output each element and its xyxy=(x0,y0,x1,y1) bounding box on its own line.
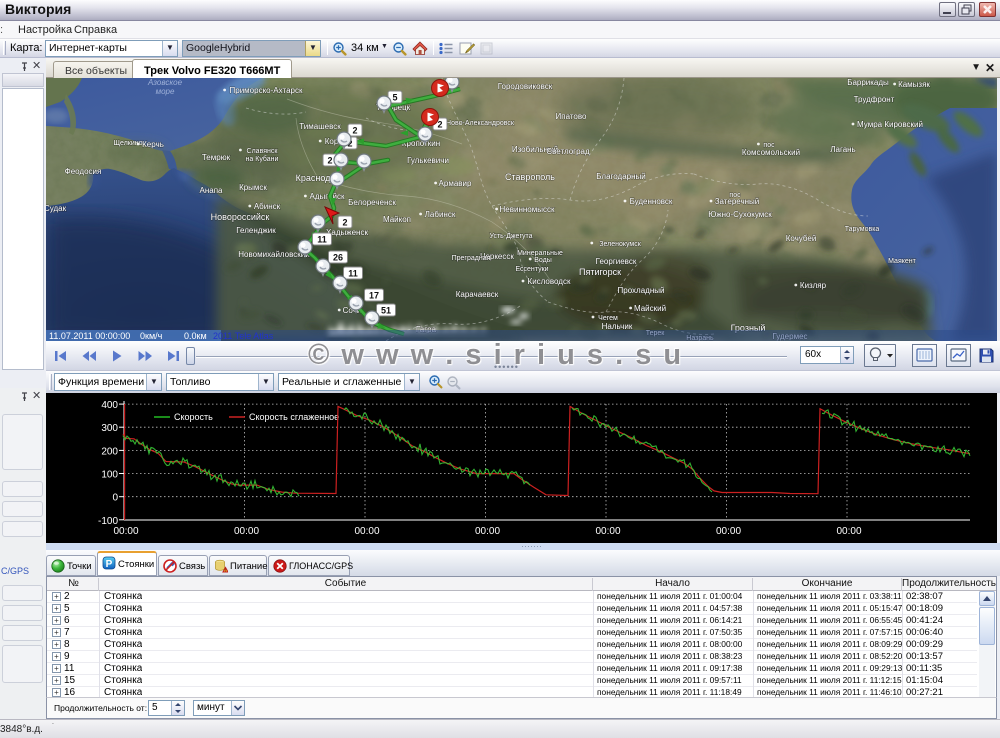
svg-text:Зеленокумск: Зеленокумск xyxy=(599,241,642,248)
svg-text:0.0км: 0.0км xyxy=(184,331,207,341)
svg-text:Маякент: Маякент xyxy=(888,258,916,265)
svg-text:Темрюк: Темрюк xyxy=(202,153,231,162)
svg-text:Трудфронт: Трудфронт xyxy=(854,95,895,104)
svg-text:Белореченск: Белореченск xyxy=(348,198,396,207)
svg-text:P: P xyxy=(106,559,113,570)
svg-text:Невинномысск: Невинномысск xyxy=(500,205,555,214)
svg-text:Ново-Александровск: Ново-Александровск xyxy=(446,120,515,127)
svg-text:Нальчик: Нальчик xyxy=(602,322,633,331)
svg-text:Приморско-Ахтарск: Приморско-Ахтарск xyxy=(230,86,303,95)
svg-text:на Кубани: на Кубани xyxy=(246,155,279,163)
svg-text:Скорость сглаженное: Скорость сглаженное xyxy=(249,412,339,422)
svg-text:Майский: Майский xyxy=(634,304,666,313)
svg-text:2: 2 xyxy=(342,218,347,228)
svg-text:Георгиевск: Георгиевск xyxy=(596,257,637,266)
svg-text:Буденновск: Буденновск xyxy=(630,197,673,206)
svg-text:море: море xyxy=(156,87,175,96)
svg-text:00:00: 00:00 xyxy=(475,526,500,537)
svg-text:100: 100 xyxy=(101,470,118,481)
svg-text:Затеречный: Затеречный xyxy=(715,197,760,206)
svg-text:Керчь: Керчь xyxy=(142,140,164,149)
svg-text:300: 300 xyxy=(101,423,118,434)
svg-text:11: 11 xyxy=(348,269,358,279)
svg-text:Абинск: Абинск xyxy=(254,202,281,211)
svg-text:Камызяк: Камызяк xyxy=(898,80,930,89)
svg-text:Лабинск: Лабинск xyxy=(425,210,456,219)
svg-text:0км/ч: 0км/ч xyxy=(140,331,163,341)
svg-text:2: 2 xyxy=(437,120,442,130)
svg-text:2011 Tele Atlas: 2011 Tele Atlas xyxy=(213,331,274,341)
svg-text:00:00: 00:00 xyxy=(354,526,379,537)
svg-text:Тимашевск: Тимашевск xyxy=(299,122,341,131)
svg-text:Славянск: Славянск xyxy=(247,148,279,155)
svg-text:00:00: 00:00 xyxy=(595,526,620,537)
svg-text:Кизляр: Кизляр xyxy=(800,281,827,290)
svg-text:11: 11 xyxy=(317,235,327,245)
svg-text:51: 51 xyxy=(381,306,391,316)
svg-text:2: 2 xyxy=(352,126,357,136)
svg-text:Азовское: Азовское xyxy=(147,78,183,87)
svg-text:11.07.2011 00:00:00: 11.07.2011 00:00:00 xyxy=(49,331,130,341)
svg-text:Судак: Судак xyxy=(46,204,67,213)
svg-text:Чегем: Чегем xyxy=(598,315,618,322)
svg-text:Геленджик: Геленджик xyxy=(236,226,276,235)
svg-text:Тарумовка: Тарумовка xyxy=(845,226,880,233)
svg-text:Преградная: Преградная xyxy=(452,255,491,262)
svg-text:Ставрополь: Ставрополь xyxy=(505,172,555,182)
svg-text:00:00: 00:00 xyxy=(836,526,861,537)
svg-text:Ипатово: Ипатово xyxy=(556,112,588,121)
svg-text:Майкоп: Майкоп xyxy=(383,215,411,224)
svg-text:Карачаевск: Карачаевск xyxy=(456,290,499,299)
svg-text:Благодарный: Благодарный xyxy=(596,172,646,181)
svg-text:200: 200 xyxy=(101,446,118,457)
svg-text:Гулькевичи: Гулькевичи xyxy=(407,156,449,165)
svg-text:Кисловодск: Кисловодск xyxy=(528,277,571,286)
svg-text:00:00: 00:00 xyxy=(716,526,741,537)
svg-text:17: 17 xyxy=(369,291,379,301)
svg-text:Минеральные: Минеральные xyxy=(517,250,563,257)
svg-text:00:00: 00:00 xyxy=(113,526,138,537)
svg-text:Кочубей: Кочубей xyxy=(786,234,817,243)
svg-text:Баррикады: Баррикады xyxy=(847,78,889,87)
svg-text:400: 400 xyxy=(101,400,118,411)
svg-text:Светлоград: Светлоград xyxy=(546,147,590,156)
svg-text:Городовиковск: Городовиковск xyxy=(498,82,553,91)
svg-text:Феодосия: Феодосия xyxy=(65,167,102,176)
svg-text:26: 26 xyxy=(333,253,343,263)
svg-text:Лагань: Лагань xyxy=(830,145,855,154)
svg-text:Прохладный: Прохладный xyxy=(618,286,665,295)
svg-text:Комсомольский: Комсомольский xyxy=(742,148,800,157)
svg-text:Армавир: Армавир xyxy=(439,179,472,188)
svg-text:Мумра Кировский: Мумра Кировский xyxy=(857,120,923,129)
svg-text:Южно-Сухокумск: Южно-Сухокумск xyxy=(708,210,772,219)
svg-text:Хадыженск: Хадыженск xyxy=(326,228,368,237)
svg-text:Воды: Воды xyxy=(534,257,552,264)
svg-text:5: 5 xyxy=(392,93,397,103)
svg-text:Пятигорск: Пятигорск xyxy=(579,267,621,277)
svg-text:Крымск: Крымск xyxy=(239,183,267,192)
svg-text:Адыгейск: Адыгейск xyxy=(310,192,345,201)
svg-text:00:00: 00:00 xyxy=(234,526,259,537)
svg-text:0: 0 xyxy=(112,493,118,504)
svg-text:Ессентуки: Ессентуки xyxy=(515,266,548,273)
svg-text:Новороссийск: Новороссийск xyxy=(211,212,270,222)
svg-text:Усть-Джегута: Усть-Джегута xyxy=(489,233,532,240)
svg-text:Анапа: Анапа xyxy=(200,186,224,195)
svg-text:Скорость: Скорость xyxy=(174,412,213,422)
svg-text:2: 2 xyxy=(327,156,332,166)
